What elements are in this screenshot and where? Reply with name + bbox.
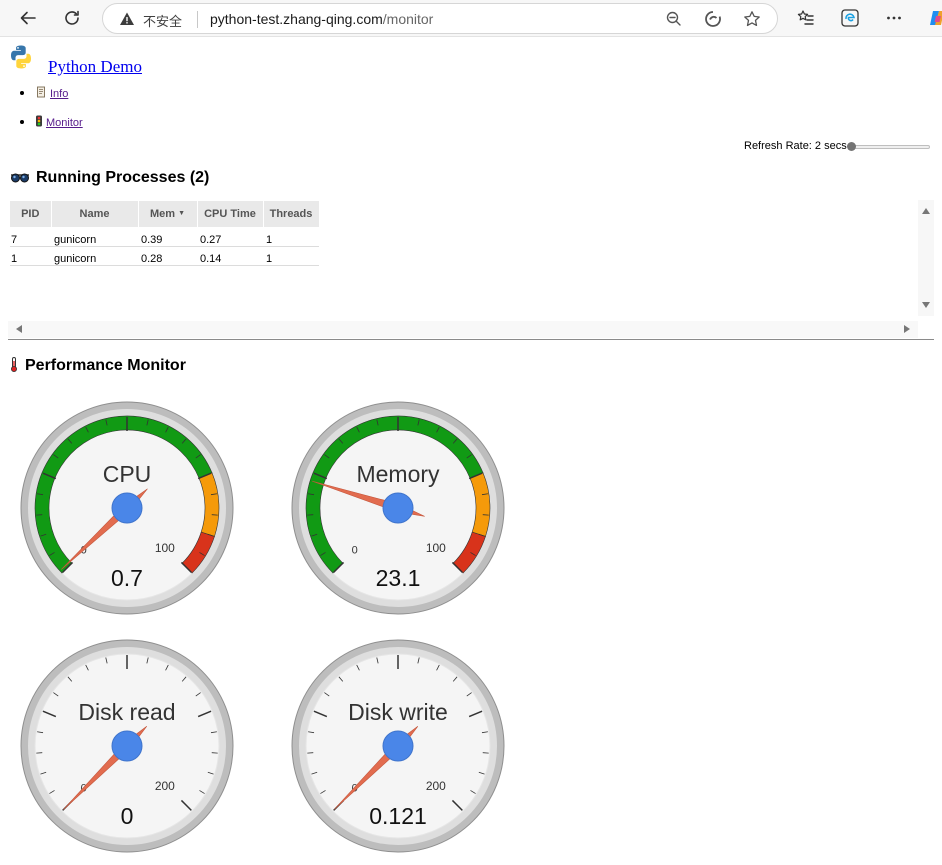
warning-icon — [120, 12, 134, 25]
cell-pid: 7 — [10, 227, 51, 247]
scroll-up-arrow-icon[interactable] — [922, 208, 930, 214]
gauge-label: Disk write — [348, 699, 448, 725]
gauge-max-label: 100 — [155, 541, 175, 555]
security-label[interactable]: 不安全 — [143, 11, 182, 30]
reload-icon — [65, 10, 79, 25]
section-divider — [8, 339, 934, 340]
running-processes-heading: Running Processes (2) — [10, 169, 209, 189]
address-separator — [197, 11, 198, 28]
gauge-disk-write: Disk write02000.121 — [290, 638, 506, 854]
gauge-dial: CPU01000.7 — [20, 401, 234, 615]
zoom-out-icon[interactable] — [665, 10, 683, 28]
scroll-left-arrow-icon[interactable] — [16, 325, 22, 333]
gauge-max-label: 100 — [426, 541, 446, 555]
table-row[interactable]: 7 gunicorn 0.39 0.27 1 — [10, 227, 319, 247]
gauge-hub — [382, 492, 414, 524]
edge-logo-icon — [841, 9, 859, 27]
cell-pid: 1 — [10, 246, 51, 266]
gauge-label: Disk read — [78, 699, 175, 725]
sort-desc-icon: ▼ — [178, 210, 186, 217]
favorites-list-icon — [797, 10, 814, 25]
cell-name: gunicorn — [51, 227, 138, 247]
url-host: python-test.zhang-qing.com — [210, 11, 383, 27]
running-processes-title: Running Processes (2) — [36, 169, 210, 186]
nav-label-monitor: Monitor — [46, 117, 83, 129]
gauge-min-label: 0 — [352, 544, 358, 556]
vertical-scrollbar[interactable] — [918, 200, 934, 316]
scroll-down-arrow-icon[interactable] — [922, 302, 930, 308]
copilot-icon — [930, 11, 942, 25]
edge-collections-button[interactable] — [835, 3, 865, 33]
cell-name: gunicorn — [51, 246, 138, 266]
table-row[interactable]: 1 gunicorn 0.28 0.14 1 — [10, 246, 319, 266]
cell-cpu-time: 0.14 — [197, 246, 263, 266]
refresh-rate-slider[interactable] — [847, 142, 932, 151]
cell-mem: 0.28 — [138, 246, 197, 266]
slider-thumb[interactable] — [847, 142, 856, 151]
gauge-max-label: 200 — [426, 779, 446, 793]
url-text[interactable]: python-test.zhang-qing.com/monitor — [210, 11, 433, 27]
gauge-hub — [111, 492, 143, 524]
bullet — [20, 120, 24, 124]
browser-toolbar: 不安全 python-test.zhang-qing.com/monitor — [0, 0, 942, 37]
brand-link[interactable]: Python Demo — [34, 57, 156, 77]
url-path: /monitor — [382, 11, 434, 27]
gauge-disk-read: Disk read02000 — [19, 638, 235, 854]
refresh-rate-label: Refresh Rate: 2 secs — [744, 140, 847, 152]
gauge-hub — [111, 730, 143, 762]
goggles-icon — [10, 170, 30, 189]
cell-threads: 1 — [263, 246, 319, 266]
process-table: PID Name Mem ▼ CPU Time Threads 7 gunico… — [10, 201, 320, 266]
gauge-value: 0 — [121, 803, 134, 829]
scroll-icon — [35, 86, 47, 101]
nav-label-info: Info — [50, 88, 69, 100]
more-menu-button[interactable] — [879, 3, 909, 33]
col-header-name[interactable]: Name — [51, 201, 139, 227]
gauge-dial: Disk read02000 — [20, 639, 234, 853]
gauge-value: 0.7 — [111, 565, 143, 591]
copilot-button[interactable] — [922, 3, 942, 33]
gauge-value: 23.1 — [376, 565, 421, 591]
back-button[interactable] — [13, 3, 43, 33]
bullet — [20, 91, 24, 95]
horizontal-scrollbar[interactable] — [8, 321, 918, 338]
gauge-label: CPU — [103, 461, 152, 487]
address-bar[interactable]: 不安全 python-test.zhang-qing.com/monitor — [102, 3, 778, 34]
python-logo-icon — [11, 45, 31, 69]
slider-track — [850, 145, 930, 149]
favorite-star-icon[interactable] — [743, 10, 761, 28]
cell-threads: 1 — [263, 227, 319, 247]
performance-monitor-title: Performance Monitor — [25, 357, 186, 374]
gauge-value: 0.121 — [369, 803, 427, 829]
col-header-threads[interactable]: Threads — [263, 201, 320, 227]
more-dots-icon — [887, 16, 901, 20]
col-header-cpu-time[interactable]: CPU Time — [197, 201, 264, 227]
col-header-mem[interactable]: Mem ▼ — [138, 201, 198, 227]
scroll-right-arrow-icon[interactable] — [904, 325, 910, 333]
gauge-memory: Memory 0 100 23.1 — [290, 400, 506, 616]
nav-link-monitor[interactable]: Monitor — [35, 115, 83, 130]
gauge-cpu: CPU01000.7 — [19, 400, 235, 616]
favorites-button[interactable] — [791, 3, 821, 33]
process-table-container[interactable]: PID Name Mem ▼ CPU Time Threads 7 gunico… — [8, 200, 934, 338]
read-aloud-icon[interactable] — [704, 10, 722, 28]
traffic-light-icon — [35, 115, 43, 130]
cell-cpu-time: 0.27 — [197, 227, 263, 247]
gauge-max-label: 200 — [155, 779, 175, 793]
gauge-dial: Disk write02000.121 — [291, 639, 505, 853]
gauge-hub — [382, 730, 414, 762]
nav-link-info[interactable]: Info — [35, 86, 68, 101]
cell-mem: 0.39 — [138, 227, 197, 247]
col-header-pid[interactable]: PID — [10, 201, 52, 227]
table-header-row: PID Name Mem ▼ CPU Time Threads — [10, 201, 320, 227]
performance-monitor-heading: Performance Monitor — [10, 357, 186, 377]
gauge-dial: Memory 0 100 23.1 — [291, 401, 505, 615]
gauge-label: Memory — [356, 461, 440, 487]
page-content: Python Demo Info Monitor Refresh Rate: 2… — [0, 38, 942, 865]
thermometer-icon — [10, 357, 18, 377]
back-arrow-icon — [20, 11, 36, 25]
reload-button[interactable] — [57, 3, 87, 33]
